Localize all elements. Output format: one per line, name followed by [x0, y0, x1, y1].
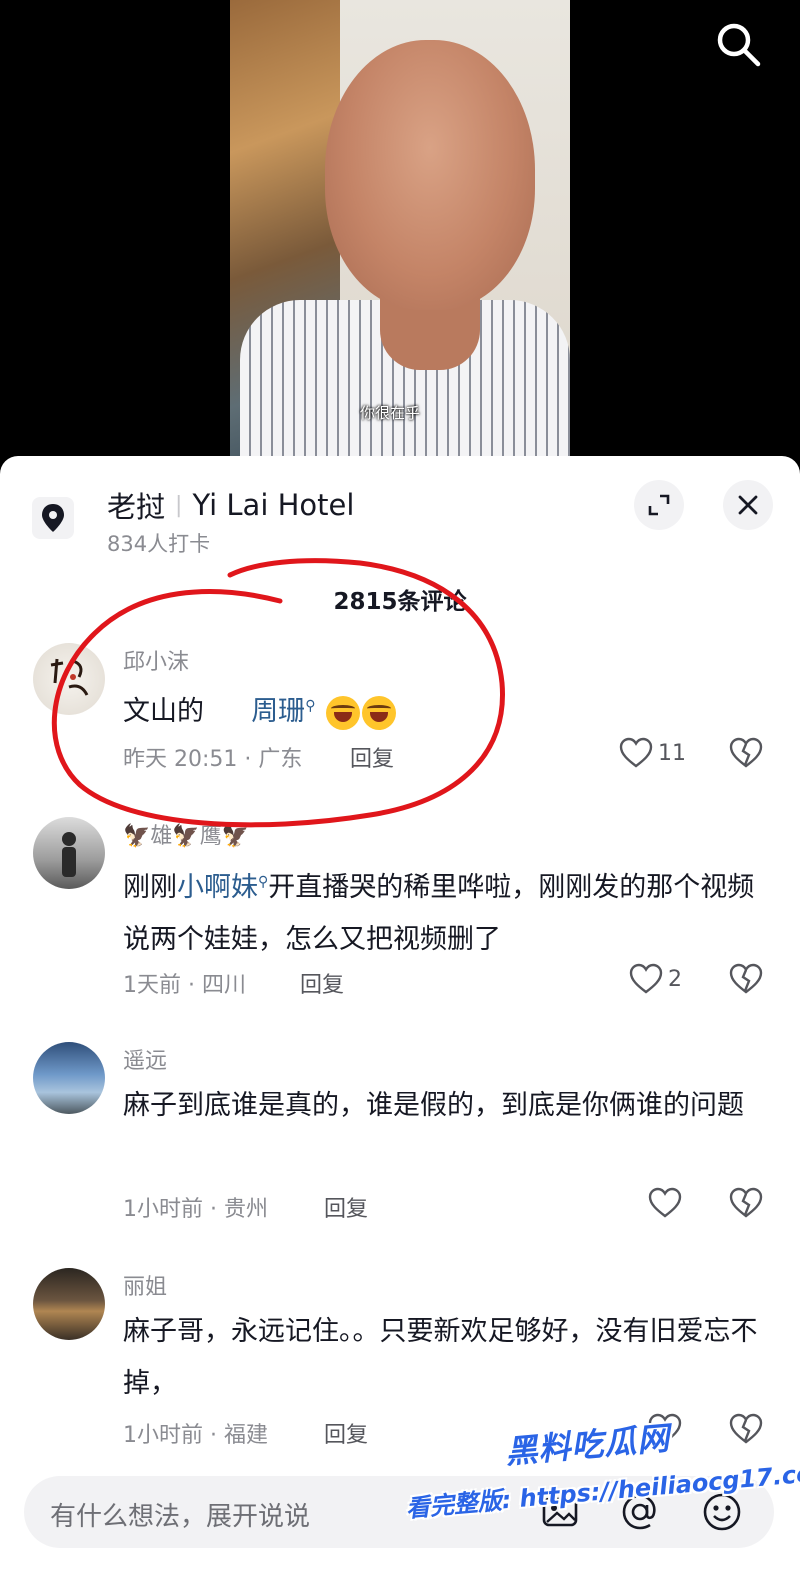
- broken-heart-icon: [729, 963, 763, 994]
- mention-name: 周珊: [251, 696, 306, 727]
- expand-button[interactable]: [634, 480, 684, 530]
- mention-link[interactable]: 小啊妹⚲: [177, 872, 268, 903]
- location-checkins: 834人打卡: [107, 532, 211, 556]
- video-subtitle: 你很在乎: [360, 404, 421, 422]
- close-icon: [738, 495, 758, 515]
- location-pin-icon: [32, 497, 74, 539]
- comment-text: 刚刚小啊妹⚲开直播哭的稀里哗啦，刚刚发的那个视频说两个娃娃，怎么又把视频删了: [123, 856, 763, 966]
- broken-heart-icon: [729, 1187, 763, 1218]
- expand-icon: [648, 494, 670, 516]
- mention-search-icon: ⚲: [305, 698, 316, 714]
- mention-search-icon: ⚲: [258, 874, 269, 890]
- comment-text-part: 刚刚: [123, 872, 177, 903]
- comment-text: 文山的 周珊⚲: [123, 680, 763, 738]
- location-country: 老挝: [107, 490, 166, 524]
- comment-text-part: 文山的: [123, 696, 204, 727]
- comment-count: 2815条评论: [333, 589, 467, 615]
- search-icon: [717, 23, 761, 67]
- comment-username[interactable]: 邱小沫: [123, 644, 189, 676]
- avatar[interactable]: [33, 1268, 105, 1340]
- comment-text: 麻子哥，永远记住。。只要新欢足够好，没有旧爱忘不掉，: [123, 1316, 758, 1399]
- mention-name: 小啊妹: [177, 872, 258, 903]
- video-frame: 你很在乎: [230, 0, 570, 470]
- comment-meta: 1小时前 · 贵州: [123, 1197, 268, 1222]
- comment-input-placeholder[interactable]: 有什么想法，展开说说: [50, 1496, 310, 1533]
- avatar[interactable]: [33, 817, 105, 889]
- reply-button[interactable]: 回复: [324, 1191, 368, 1223]
- laugh-cry-emoji-icon: [326, 695, 361, 730]
- location-hotel: Yi Lai Hotel: [192, 488, 355, 522]
- reply-button[interactable]: 回复: [300, 967, 344, 999]
- location-title[interactable]: 老挝 | Yi Lai Hotel: [107, 484, 354, 526]
- video-player[interactable]: 你很在乎: [0, 0, 800, 470]
- avatar[interactable]: [33, 643, 105, 715]
- like-count: 11: [658, 740, 686, 766]
- comment-username[interactable]: 丽姐: [123, 1269, 167, 1301]
- broken-heart-icon: [729, 1413, 763, 1444]
- close-button[interactable]: [723, 480, 773, 530]
- dislike-button[interactable]: [728, 961, 764, 997]
- comment-meta: 1天前 · 四川: [123, 973, 246, 998]
- comment-username[interactable]: 遥远: [123, 1043, 167, 1075]
- broken-heart-icon: [729, 737, 763, 768]
- like-count: 2: [668, 966, 682, 992]
- reply-button[interactable]: 回复: [350, 741, 394, 773]
- person-silhouette-avatar-art: [62, 832, 76, 877]
- comment-text: 麻子到底谁是真的，谁是假的，到底是你俩谁的问题: [123, 1090, 744, 1121]
- dislike-button[interactable]: [728, 1185, 764, 1221]
- comment-meta: 1小时前 · 福建: [123, 1423, 268, 1448]
- person-face: [325, 40, 535, 310]
- title-separator: |: [175, 492, 183, 518]
- heart-icon: [629, 963, 663, 994]
- like-button[interactable]: 2: [628, 961, 682, 997]
- like-button[interactable]: [647, 1185, 683, 1221]
- laugh-cry-emoji-icon: [362, 695, 397, 730]
- reply-button[interactable]: 回复: [324, 1417, 368, 1449]
- dislike-button[interactable]: [728, 735, 764, 771]
- comment-meta: 昨天 20:51 · 广东: [123, 747, 303, 772]
- heart-icon: [619, 737, 653, 768]
- mention-link[interactable]: 周珊⚲: [251, 696, 315, 727]
- calligraphy-avatar-art: [50, 658, 89, 696]
- heart-icon: [648, 1187, 682, 1218]
- dislike-button[interactable]: [728, 1411, 764, 1447]
- like-button[interactable]: 11: [618, 735, 686, 771]
- comment-username[interactable]: 🦅雄🦅鹰🦅: [123, 818, 249, 850]
- avatar[interactable]: [33, 1042, 105, 1114]
- search-button[interactable]: [712, 18, 764, 70]
